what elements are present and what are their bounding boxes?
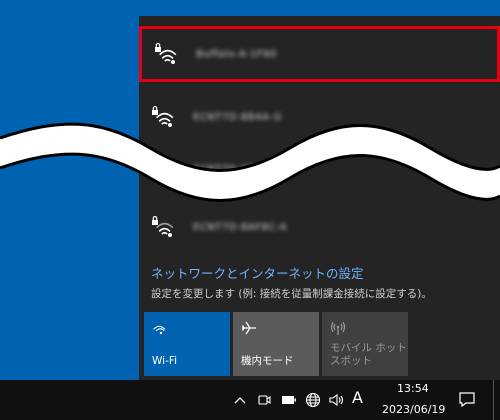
wifi-icon [153, 325, 166, 335]
chevron-up-icon[interactable] [230, 390, 250, 410]
clock-time[interactable]: 13:54 [397, 382, 429, 395]
network-settings-link[interactable]: ネットワークとインターネットの設定 [151, 263, 364, 282]
airplane-tile-label: 機内モード [241, 355, 294, 367]
show-desktop-divider[interactable] [493, 380, 494, 420]
mobile-hotspot-tile[interactable]: モバイル ホットスポット [322, 312, 408, 376]
network-settings-description: 設定を変更します (例: 接続を従量制課金接続に設定する)。 [151, 288, 432, 300]
notification-icon[interactable] [458, 390, 476, 412]
meet-now-icon[interactable] [254, 390, 274, 410]
airplane-icon [241, 321, 256, 335]
volume-icon[interactable] [327, 390, 347, 410]
clock-date[interactable]: 2023/06/19 [382, 403, 445, 416]
battery-icon[interactable] [279, 390, 299, 410]
hotspot-tile-label: モバイル ホットスポット [330, 342, 407, 367]
airplane-mode-tile[interactable]: 機内モード [233, 312, 319, 376]
wifi-toggle-tile[interactable]: Wi-Fi [144, 312, 230, 376]
ime-indicator[interactable]: A [352, 388, 363, 407]
globe-icon[interactable] [303, 390, 323, 410]
wifi-tile-label: Wi-Fi [152, 355, 178, 367]
hotspot-icon [330, 321, 346, 335]
